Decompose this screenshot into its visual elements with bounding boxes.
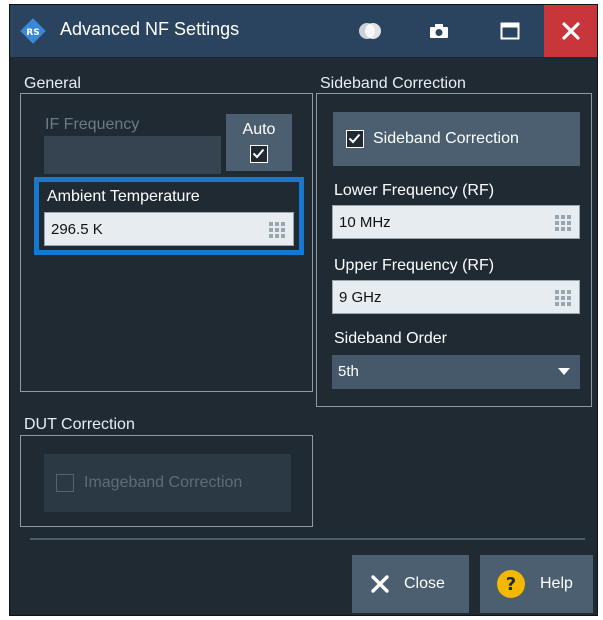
imageband-correction-toggle: Imageband Correction [44, 454, 291, 512]
help-icon: ? [496, 569, 526, 604]
advanced-nf-settings-dialog: RS Advanced NF Settings General IF Frequ… [10, 5, 597, 615]
footer-separator [30, 538, 585, 540]
sideband-order-value: 5th [338, 363, 359, 380]
sideband-order-label: Sideband Order [334, 330, 447, 347]
sideband-correction-toggle[interactable]: Sideband Correction [333, 112, 580, 166]
close-button[interactable]: Close [352, 555, 469, 613]
keypad-icon[interactable] [555, 290, 571, 306]
imageband-correction-checkbox [56, 474, 74, 492]
lower-frequency-value: 10 MHz [339, 214, 391, 231]
if-frequency-label: IF Frequency [45, 116, 140, 133]
help-button[interactable]: ? Help [480, 555, 593, 613]
title-bar[interactable]: RS Advanced NF Settings [10, 5, 597, 57]
auto-label: Auto [242, 121, 276, 138]
ambient-temperature-label: Ambient Temperature [47, 188, 200, 205]
sideband-order-select[interactable]: 5th [332, 355, 580, 389]
upper-frequency-input[interactable]: 9 GHz [332, 280, 580, 314]
screenshot-button[interactable] [414, 5, 464, 57]
toggle-theme-button[interactable] [345, 5, 395, 57]
close-button-label: Close [404, 575, 445, 592]
sideband-correction-toggle-label: Sideband Correction [373, 130, 519, 147]
svg-text:?: ? [506, 574, 516, 595]
window-close-button[interactable] [544, 5, 597, 57]
checkmark-icon [252, 148, 265, 159]
window-title: Advanced NF Settings [60, 19, 240, 39]
rs-logo-icon: RS [20, 18, 46, 44]
lower-frequency-label: Lower Frequency (RF) [334, 182, 495, 199]
svg-text:RS: RS [26, 28, 39, 38]
upper-frequency-value: 9 GHz [339, 289, 382, 306]
checkmark-icon [348, 133, 361, 144]
sideband-correction-checkbox[interactable] [346, 130, 364, 148]
close-icon [370, 574, 390, 599]
maximize-button[interactable] [485, 5, 535, 57]
keypad-icon[interactable] [555, 215, 571, 231]
general-group-label: General [24, 75, 81, 92]
ambient-temperature-value: 296.5 K [51, 221, 103, 238]
dut-correction-group-label: DUT Correction [24, 416, 135, 433]
sideband-group-label: Sideband Correction [320, 75, 466, 92]
if-frequency-input [44, 136, 221, 174]
lower-frequency-input[interactable]: 10 MHz [332, 205, 580, 239]
keypad-icon[interactable] [269, 222, 285, 238]
auto-button[interactable]: Auto [226, 114, 292, 171]
imageband-correction-label: Imageband Correction [84, 474, 243, 491]
upper-frequency-label: Upper Frequency (RF) [334, 257, 495, 274]
auto-checkbox[interactable] [250, 145, 268, 163]
help-button-label: Help [540, 575, 573, 592]
ambient-temperature-input[interactable]: 296.5 K [44, 212, 294, 246]
chevron-down-icon [558, 368, 570, 375]
